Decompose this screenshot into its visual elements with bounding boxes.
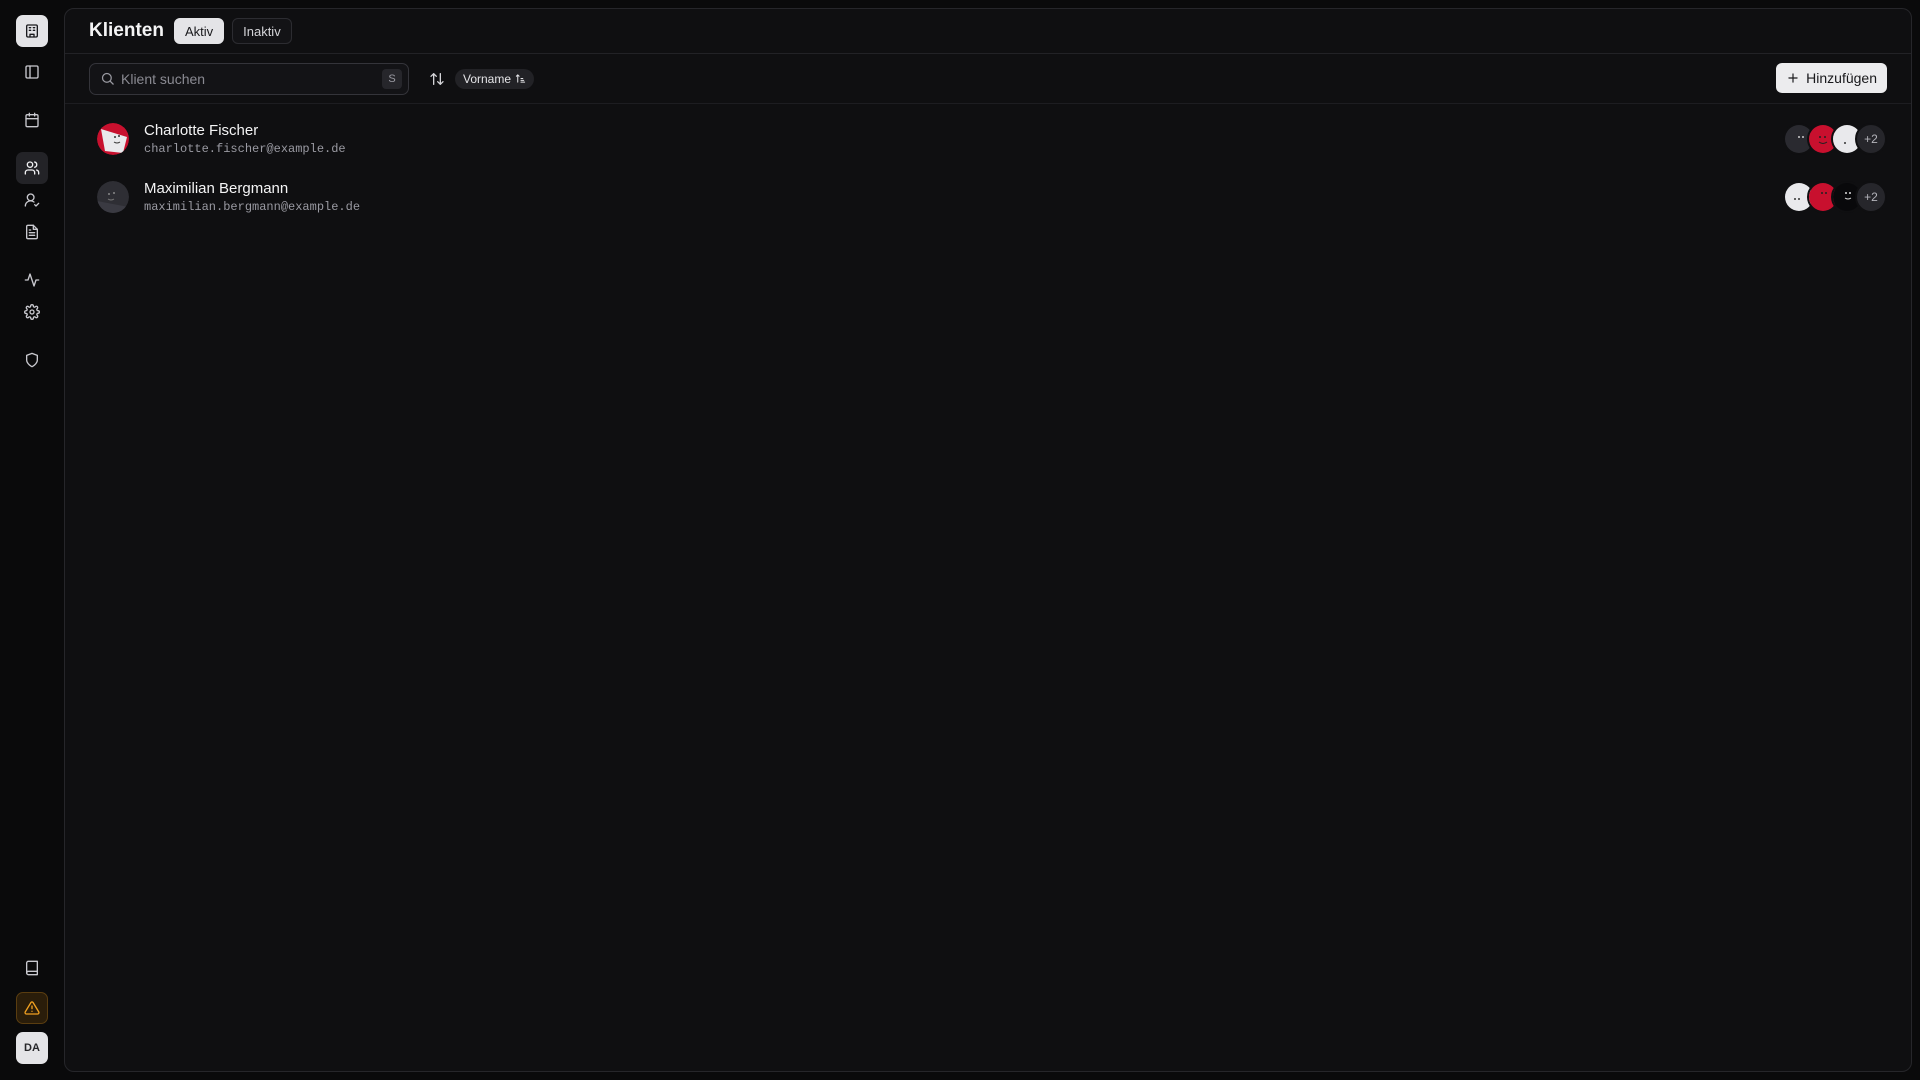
client-info: Maximilian Bergmann maximilian.bergmann@… (144, 180, 360, 214)
add-client-label: Hinzufügen (1806, 70, 1877, 86)
sidebar: DA (0, 0, 64, 1080)
client-avatar (97, 123, 129, 155)
building-icon[interactable] (16, 15, 48, 47)
shield-icon[interactable] (16, 344, 48, 376)
client-avatar (97, 181, 129, 213)
client-name: Charlotte Fischer (144, 122, 259, 139)
client-row[interactable]: Charlotte Fischer charlotte.fischer@exam… (65, 110, 1911, 168)
plus-icon (1788, 73, 1798, 83)
team-more-count[interactable]: +2 (1855, 181, 1887, 213)
page-header: Klienten Aktiv Inaktiv (65, 9, 1911, 54)
assigned-team: +2 (1783, 181, 1887, 213)
client-email: charlotte.fischer@example.de (144, 142, 346, 156)
user-initials: DA (24, 1042, 40, 1054)
user-check-icon[interactable] (16, 184, 48, 216)
sort-field-chip[interactable]: Vorname (455, 68, 535, 89)
client-name: Maximilian Bergmann (144, 180, 289, 197)
sort-ascending-icon (515, 74, 526, 83)
user-avatar[interactable]: DA (16, 1032, 48, 1064)
sort-toggle-icon[interactable] (427, 69, 447, 89)
team-more-count[interactable]: +2 (1855, 123, 1887, 155)
main-panel: Klienten Aktiv Inaktiv S Vorname Hinzufü… (64, 8, 1912, 1072)
toolbar: S Vorname Hinzufügen (65, 54, 1911, 104)
settings-icon[interactable] (16, 296, 48, 328)
sort-field-label: Vorname (463, 71, 512, 86)
search-icon (101, 72, 114, 85)
search-shortcut: S (382, 68, 402, 89)
calendar-icon[interactable] (16, 104, 48, 136)
client-email: maximilian.bergmann@example.de (144, 200, 361, 214)
document-icon[interactable] (16, 216, 48, 248)
tab-aktiv[interactable]: Aktiv (173, 18, 225, 44)
assigned-team: +2 (1783, 123, 1887, 155)
sidebar-toggle-icon[interactable] (16, 56, 48, 88)
search-box: S (89, 62, 409, 95)
users-icon[interactable] (16, 152, 48, 184)
client-row[interactable]: Maximilian Bergmann maximilian.bergmann@… (65, 168, 1911, 226)
client-list: Charlotte Fischer charlotte.fischer@exam… (65, 104, 1911, 226)
warning-icon[interactable] (16, 992, 48, 1024)
page-title: Klienten (89, 20, 164, 41)
app-root: DA Klienten Aktiv Inaktiv S Vorname (0, 0, 1920, 1080)
tab-inaktiv[interactable]: Inaktiv (232, 18, 292, 44)
add-client-button[interactable]: Hinzufügen (1776, 63, 1887, 93)
book-icon[interactable] (16, 952, 48, 984)
search-input[interactable] (121, 70, 376, 87)
activity-icon[interactable] (16, 264, 48, 296)
client-info: Charlotte Fischer charlotte.fischer@exam… (144, 122, 346, 156)
